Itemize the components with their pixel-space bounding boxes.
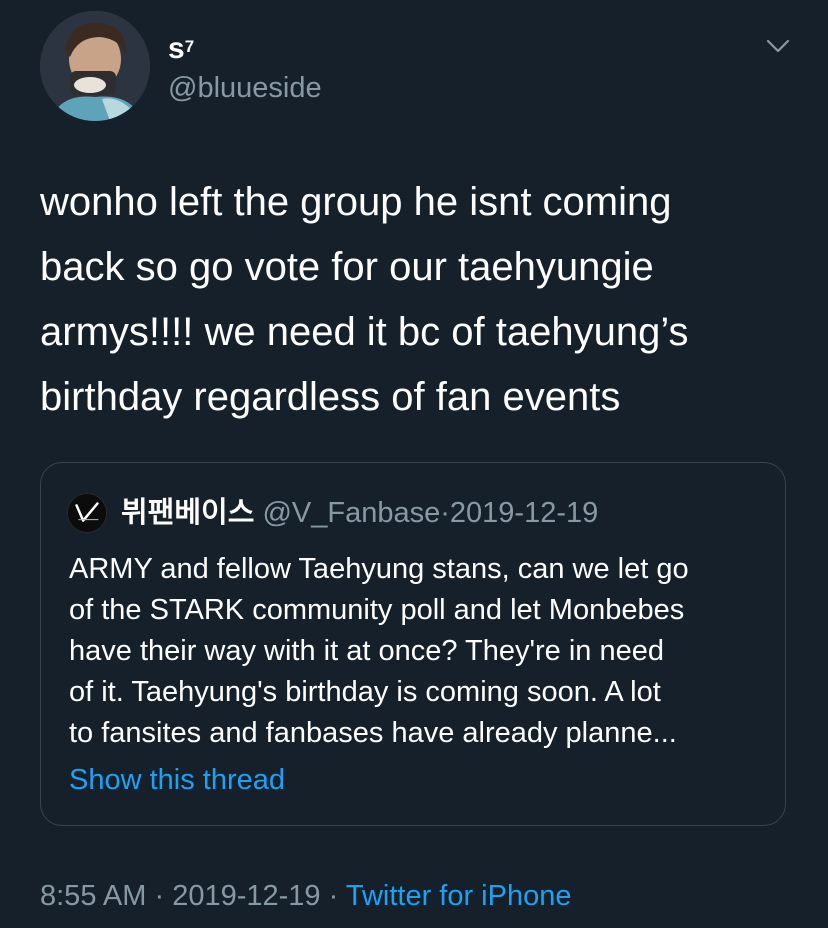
display-name-superscript: 7 bbox=[184, 37, 195, 56]
fanbase-logo bbox=[67, 493, 107, 533]
quoted-date: 2019-12-19 bbox=[449, 497, 599, 529]
tweet-source-link[interactable]: Twitter for iPhone bbox=[346, 880, 572, 912]
quoted-tweet-text: ARMY and fellow Taehyung stans, can we l… bbox=[69, 553, 689, 749]
quoted-separator: · bbox=[440, 497, 450, 529]
tweet-time: 8:55 AM bbox=[40, 880, 147, 912]
tweet-date: 2019-12-19 bbox=[172, 880, 321, 912]
show-thread-link[interactable]: Show this thread bbox=[69, 760, 285, 800]
user-avatar[interactable] bbox=[40, 11, 150, 121]
quoted-tweet-header: 뷔팬베이스 @V_Fanbase·2019-12-19 bbox=[121, 493, 598, 533]
avatar-image bbox=[40, 11, 150, 121]
quoted-display-name: 뷔팬베이스 bbox=[121, 497, 255, 529]
chevron-down-icon[interactable] bbox=[766, 36, 790, 56]
tweet-text: wonho left the group he isnt coming back… bbox=[40, 180, 689, 419]
quoted-tweet-card[interactable]: 뷔팬베이스 @V_Fanbase·2019-12-19 ARMY and fel… bbox=[40, 462, 786, 826]
author-handle[interactable]: @bluueside bbox=[168, 72, 322, 104]
footer-separator: · bbox=[328, 880, 339, 912]
tweet-footer: 8:55 AM · 2019-12-19 · Twitter for iPhon… bbox=[40, 874, 571, 918]
author-display-name[interactable]: s7 bbox=[168, 34, 194, 64]
display-name-text: s bbox=[168, 32, 185, 65]
footer-separator: · bbox=[154, 880, 165, 912]
quoted-handle: @V_Fanbase bbox=[262, 497, 441, 529]
